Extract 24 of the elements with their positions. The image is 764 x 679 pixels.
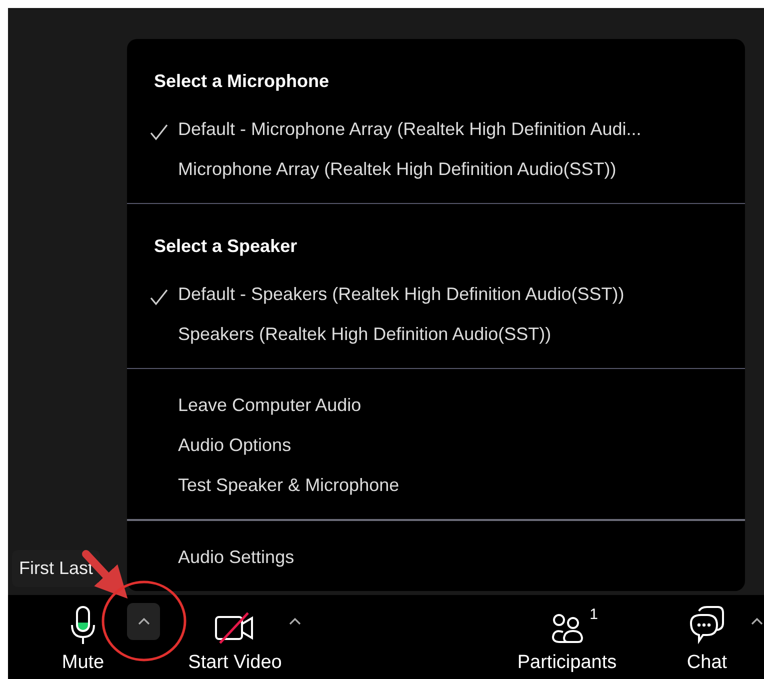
microphone-icon [68, 605, 98, 645]
menu-item[interactable]: Test Speaker & Microphone [127, 465, 745, 505]
caret-icon [136, 617, 150, 626]
menu-item[interactable]: Audio Options [127, 425, 745, 465]
name-tooltip: First Last [12, 550, 100, 587]
section-heading: Select a Microphone [154, 70, 330, 93]
menu-item[interactable]: Default - Microphone Array (Realtek High Definition Audi... [127, 109, 745, 149]
chat-icon [687, 605, 727, 645]
menu-item[interactable]: Leave Computer Audio [127, 385, 745, 425]
chat-button[interactable]: Chat [677, 595, 737, 679]
menu-item[interactable]: Audio Settings [127, 537, 745, 577]
participants-icon [550, 613, 584, 645]
mic-button[interactable]: Mute [43, 595, 123, 679]
participants-button[interactable]: 1 Participants [507, 595, 627, 679]
caret-icon [288, 617, 302, 626]
menu-item[interactable]: Speakers (Realtek High Definition Audio(SST)) [127, 314, 745, 354]
participant-count: 1 [590, 606, 598, 623]
section-heading: Select a Speaker [154, 235, 298, 258]
caret-icon [750, 617, 764, 626]
menu-item[interactable]: Microphone Array (Realtek High Definition Audio(SST)) [127, 149, 745, 189]
menu-item[interactable]: Default - Speakers (Realtek High Definition Audio(SST)) [127, 274, 745, 314]
video-button[interactable]: Start Video [182, 595, 288, 679]
options-caret-button[interactable] [127, 603, 160, 640]
video-off-icon [214, 611, 256, 645]
